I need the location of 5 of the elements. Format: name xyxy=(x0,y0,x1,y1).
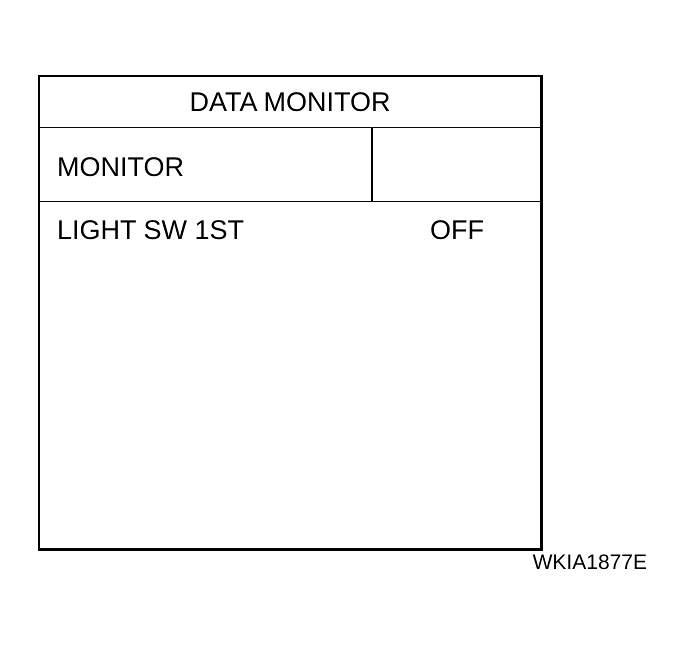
panel-title: DATA MONITOR xyxy=(189,86,390,118)
item-value: OFF xyxy=(430,215,484,246)
column-header: MONITOR xyxy=(57,152,184,183)
figure-id: WKIA1877E xyxy=(532,551,647,575)
item-label: LIGHT SW 1ST xyxy=(56,215,244,246)
